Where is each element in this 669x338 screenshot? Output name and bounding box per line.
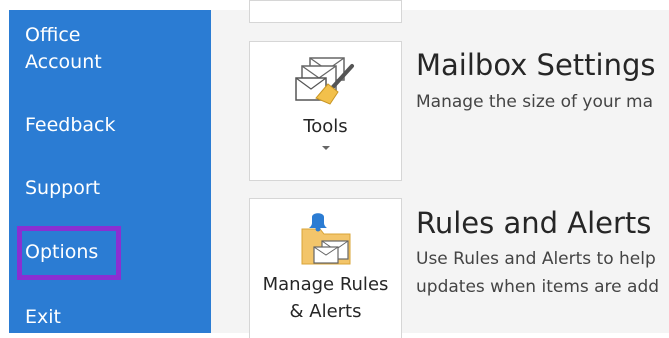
rules-description-line1: Use Rules and Alerts to help <box>416 249 656 269</box>
rules-and-alerts-title: Rules and Alerts <box>416 206 652 240</box>
sidebar-item-support[interactable]: Support <box>25 175 100 202</box>
backstage-sidebar: Office Account Feedback Support Options … <box>9 10 211 333</box>
sidebar-item-options[interactable]: Options <box>25 239 98 266</box>
manage-rules-label-line1: Manage Rules <box>262 274 389 295</box>
tools-tile[interactable]: Tools <box>249 41 402 181</box>
rules-bell-folder-icon <box>301 213 351 265</box>
manage-rules-tile[interactable]: Manage Rules & Alerts <box>249 198 402 338</box>
outlook-backstage: Office Account Feedback Support Options … <box>0 0 669 338</box>
mailbox-settings-title: Mailbox Settings <box>416 48 656 82</box>
tools-envelope-brush-icon <box>295 57 354 105</box>
chevron-down-icon <box>322 146 330 150</box>
tile-above[interactable] <box>249 0 402 23</box>
sidebar-item-office-account[interactable]: Office Account <box>25 22 102 76</box>
sidebar-item-feedback[interactable]: Feedback <box>25 112 115 139</box>
backstage-content: Tools Manage Rules & Alerts Mailbox Sett… <box>211 0 669 338</box>
sidebar-item-exit[interactable]: Exit <box>25 304 61 331</box>
sidebar-item-label: Account <box>25 51 102 73</box>
manage-rules-label-line2: & Alerts <box>289 301 362 322</box>
mailbox-settings-description: Manage the size of your ma <box>416 92 653 112</box>
manage-rules-label: Manage Rules & Alerts <box>250 271 401 325</box>
sidebar-item-label: Office <box>25 24 81 46</box>
tools-label: Tools <box>303 116 348 137</box>
rules-description-line2: updates when items are add <box>416 277 660 297</box>
rules-and-alerts-description: Use Rules and Alerts to help updates whe… <box>416 245 669 301</box>
